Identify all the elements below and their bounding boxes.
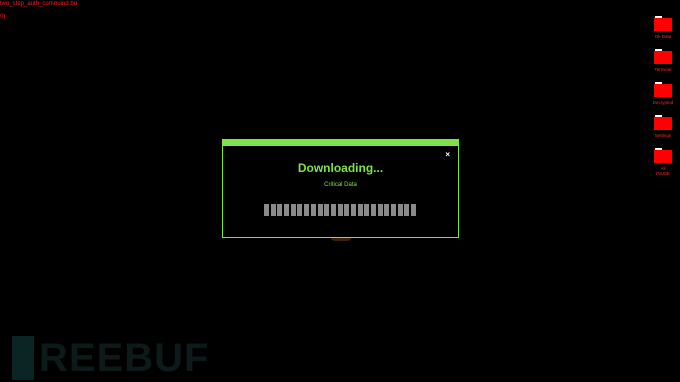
desktop-icon-terminal[interactable]: Terminal — [650, 49, 676, 82]
progress-segment — [337, 204, 343, 216]
progress-segment — [384, 204, 390, 216]
folder-icon — [654, 49, 672, 64]
status-text: 0) — [0, 14, 6, 20]
dialog-title: Downloading... — [297, 161, 384, 175]
progress-segment — [304, 204, 310, 216]
filename-text: two_step_auth_command.bu — [0, 1, 78, 7]
progress-segment — [277, 204, 283, 216]
progress-segment — [350, 204, 356, 216]
watermark: REEBUF — [12, 336, 209, 382]
folder-icon — [654, 16, 672, 31]
progress-segment — [391, 204, 397, 216]
progress-segment — [284, 204, 290, 216]
watermark-text: REEBUF — [39, 336, 210, 380]
progress-segment — [324, 204, 330, 216]
progress-segment — [397, 204, 403, 216]
desktop-icon-label: Terminal — [654, 67, 672, 72]
progress-segment — [344, 204, 350, 216]
download-dialog: × Downloading... Critical Data — [222, 139, 459, 238]
dialog-title-bar[interactable] — [223, 140, 458, 146]
progress-segment — [310, 204, 316, 216]
desktop-icon-label: Settings — [654, 133, 672, 138]
desktop-icon-column: Ok Data Terminal Decrypted Settings All … — [650, 16, 676, 181]
progress-segment — [371, 204, 376, 216]
desktop-icon-label: Ok Data — [654, 34, 672, 39]
desktop-icon-label: Decrypted — [652, 100, 674, 105]
desktop-icon-decrypted[interactable]: Decrypted — [650, 82, 676, 115]
progress-segment — [404, 204, 410, 216]
watermark-logo-mark — [12, 336, 34, 380]
progress-segment — [317, 204, 323, 216]
desktop-icon-label: All INUSE — [656, 166, 670, 176]
progress-segment — [270, 204, 276, 216]
progress-segment — [297, 204, 303, 216]
close-icon[interactable]: × — [445, 151, 450, 159]
progress-segment — [364, 204, 370, 216]
progress-bar — [264, 204, 418, 216]
desktop-icon-all-inuse[interactable]: All INUSE — [650, 148, 676, 181]
desktop-icon-ok-data[interactable]: Ok Data — [650, 16, 676, 49]
desktop-icon-settings[interactable]: Settings — [650, 115, 676, 148]
progress-segment — [264, 204, 269, 216]
folder-icon — [654, 115, 672, 130]
progress-segment — [330, 204, 336, 216]
progress-segment — [357, 204, 363, 216]
progress-segment — [411, 204, 417, 216]
folder-icon — [654, 148, 672, 163]
dialog-subtitle: Critical Data — [324, 182, 357, 188]
progress-segment — [290, 204, 296, 216]
folder-icon — [654, 82, 672, 97]
progress-segment — [377, 204, 383, 216]
